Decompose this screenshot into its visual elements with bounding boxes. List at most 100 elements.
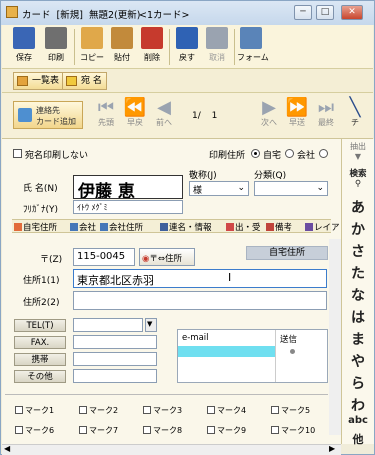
paste-button[interactable]: 貼付 xyxy=(108,27,136,67)
address1-input[interactable]: 東京都北区赤羽 xyxy=(73,269,327,288)
zip-address-convert-button[interactable]: ◉〒⇔住所 xyxy=(139,248,195,266)
add-contact-card-button[interactable]: 連絡先 カード追加 xyxy=(13,101,83,129)
save-button[interactable]: 保存 xyxy=(10,27,38,67)
email-row[interactable] xyxy=(178,346,275,357)
mark10-checkbox[interactable]: マーク10 xyxy=(271,425,315,436)
redo-button[interactable]: 取消 xyxy=(203,27,231,67)
minimize-button[interactable]: ─ xyxy=(294,5,312,20)
tab-home-address[interactable]: 自宅住所 xyxy=(14,221,57,233)
copy-button[interactable]: コピー xyxy=(78,27,106,67)
close-button[interactable]: ✕ xyxy=(341,5,363,20)
extract-button[interactable]: 抽出 ▼ xyxy=(342,141,374,161)
kana-index-ma[interactable]: ま xyxy=(342,329,374,349)
address-view-label: 宛 名 xyxy=(81,76,102,86)
kana-index-ka[interactable]: か xyxy=(342,219,374,239)
extract-label: 抽出 xyxy=(350,142,366,151)
no-print-checkbox[interactable] xyxy=(13,149,22,158)
print-button[interactable]: 印刷 xyxy=(42,27,70,67)
delete-label: 削除 xyxy=(144,53,160,62)
mark4-checkbox[interactable]: マーク4 xyxy=(207,405,246,416)
print-label: 印刷 xyxy=(48,53,64,62)
other-phone-input[interactable] xyxy=(73,369,157,383)
mark2-label: マーク2 xyxy=(89,406,119,415)
mark8-checkbox[interactable]: マーク8 xyxy=(143,425,182,436)
form-scrollbar[interactable] xyxy=(329,239,341,435)
checkbox-icon xyxy=(207,426,215,434)
form-button[interactable]: フォーム xyxy=(237,27,269,67)
index-other[interactable]: 他 xyxy=(342,431,374,447)
mark1-checkbox[interactable]: マーク1 xyxy=(15,405,54,416)
redo-label: 取消 xyxy=(209,53,225,62)
search-button[interactable]: 検索 ⚲ xyxy=(342,167,374,189)
index-abc[interactable]: abc xyxy=(342,415,374,426)
kana-index-wa[interactable]: わ xyxy=(342,395,374,415)
name-input[interactable]: 伊藤 恵 xyxy=(73,175,183,199)
divider xyxy=(5,394,328,395)
fax-input[interactable] xyxy=(73,335,157,349)
home-radio[interactable] xyxy=(251,149,260,158)
more-button[interactable]: ╲ チ xyxy=(344,99,366,128)
kana-index-ra[interactable]: ら xyxy=(342,373,374,393)
tel-dropdown-button[interactable]: ▼ xyxy=(145,318,157,332)
tab-joint-names[interactable]: 連名・情報 xyxy=(160,221,212,233)
mark9-checkbox[interactable]: マーク9 xyxy=(207,425,246,436)
kana-index-sa[interactable]: さ xyxy=(342,241,374,261)
print-icon xyxy=(45,27,67,49)
scroll-right-icon: ▶ xyxy=(329,444,336,453)
mark1-label: マーク1 xyxy=(25,406,55,415)
other-radio[interactable] xyxy=(319,149,328,158)
zip-input[interactable]: 115-0045 xyxy=(73,248,135,266)
tab-home-address-label: 自宅住所 xyxy=(23,223,58,233)
honorific-select[interactable]: 様 ⌄ xyxy=(189,181,249,196)
mark7-checkbox[interactable]: マーク7 xyxy=(79,425,118,436)
other-phone-label: その他 xyxy=(14,370,66,383)
address-type-label: 自宅住所 xyxy=(246,246,328,260)
list-view-button[interactable]: 一覧表 xyxy=(13,72,65,90)
tab-layout[interactable]: レイア xyxy=(305,221,340,233)
send-receive-icon xyxy=(226,223,234,231)
address2-input[interactable] xyxy=(73,291,327,310)
next-record-button[interactable]: ▶ 次へ xyxy=(257,99,281,128)
fast-back-button[interactable]: ⏪ 早戻 xyxy=(123,99,147,128)
kana-index-na[interactable]: な xyxy=(342,285,374,305)
checkbox-icon xyxy=(271,426,279,434)
mark10-label: マーク10 xyxy=(281,426,316,435)
maximize-button[interactable]: □ xyxy=(316,5,334,20)
honorific-value: 様 xyxy=(193,186,203,196)
last-record-button[interactable]: ⏭ 最終 xyxy=(314,99,338,128)
tab-notes[interactable]: 備考 xyxy=(266,221,292,233)
tab-company[interactable]: 会社 xyxy=(70,221,96,233)
fast-forward-button[interactable]: ⏩ 早送 xyxy=(285,99,309,128)
mark3-label: マーク3 xyxy=(153,406,183,415)
chevron-down-icon: ⌄ xyxy=(237,183,245,193)
kana-index-a[interactable]: あ xyxy=(342,197,374,217)
company-radio[interactable] xyxy=(285,149,294,158)
kana-index-ta[interactable]: た xyxy=(342,263,374,283)
address-view-button[interactable]: 宛 名 xyxy=(62,72,107,90)
tab-company-address[interactable]: 会社住所 xyxy=(100,221,143,233)
horizontal-scrollbar[interactable]: ◀ ▶ xyxy=(2,444,341,455)
tab-send-receive[interactable]: 出・受 xyxy=(226,221,261,233)
tel-input[interactable] xyxy=(73,318,143,332)
delete-button[interactable]: 削除 xyxy=(138,27,166,67)
first-record-button[interactable]: ⏮ 先頭 xyxy=(94,99,118,128)
mark5-checkbox[interactable]: マーク5 xyxy=(271,405,310,416)
mark3-checkbox[interactable]: マーク3 xyxy=(143,405,182,416)
form-label: フォーム xyxy=(237,53,269,62)
zip-label: 〒(Z) xyxy=(40,255,63,265)
form-icon xyxy=(240,27,262,49)
kana-index-ha[interactable]: は xyxy=(342,307,374,327)
undo-button[interactable]: 戻す xyxy=(173,27,201,67)
mobile-input[interactable] xyxy=(73,352,157,366)
kana-index-ya[interactable]: や xyxy=(342,351,374,371)
prev-label: 前へ xyxy=(156,118,172,127)
furigana-input[interactable]: ｲﾄｳ ﾒｸﾞﾐ xyxy=(73,200,183,214)
mark2-checkbox[interactable]: マーク2 xyxy=(79,405,118,416)
previous-record-button[interactable]: ◀ 前へ xyxy=(152,99,176,128)
list-view-label: 一覧表 xyxy=(32,76,60,86)
last-icon: ⏭ xyxy=(317,97,335,118)
mark6-checkbox[interactable]: マーク6 xyxy=(15,425,54,436)
app-icon xyxy=(6,6,18,18)
undo-label: 戻す xyxy=(179,53,195,62)
category-select[interactable]: ⌄ xyxy=(254,181,328,196)
